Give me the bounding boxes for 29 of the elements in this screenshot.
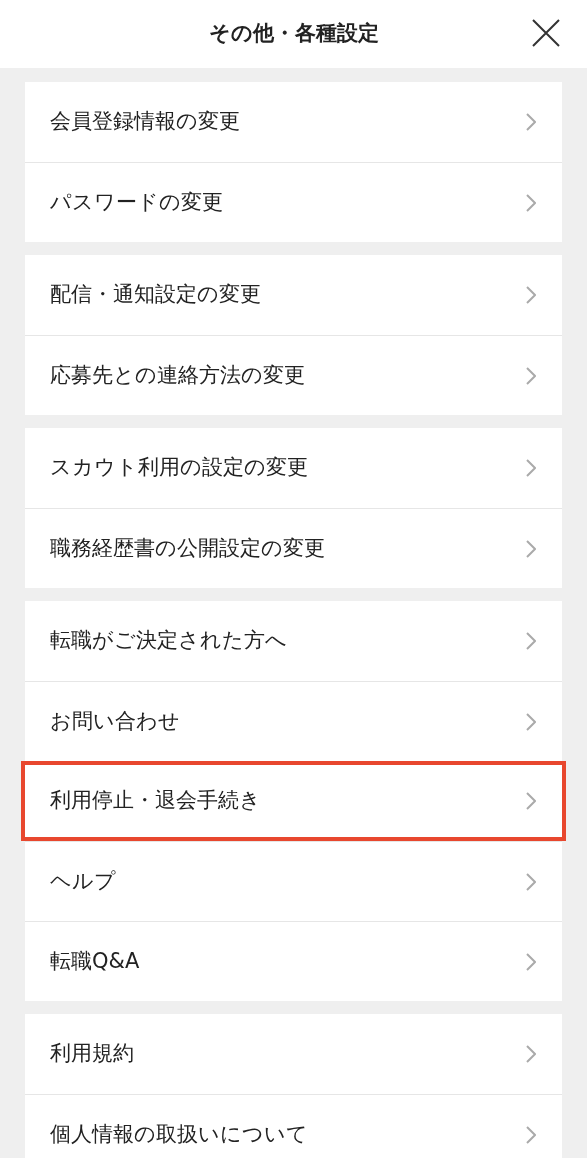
menu-item[interactable]: 応募先との連絡方法の変更 xyxy=(25,335,562,415)
menu-item[interactable]: 職務経歴書の公開設定の変更 xyxy=(25,508,562,588)
menu-item[interactable]: ヘルプ xyxy=(25,841,562,921)
chevron-right-icon xyxy=(526,193,536,212)
close-button[interactable] xyxy=(531,18,561,48)
chevron-right-icon xyxy=(526,952,536,971)
chevron-right-icon xyxy=(526,712,536,731)
chevron-right-icon xyxy=(526,1125,536,1144)
screen-title: その他・各種設定 xyxy=(208,20,379,48)
menu-item[interactable]: 会員登録情報の変更 xyxy=(25,82,562,162)
menu-item[interactable]: 利用規約 xyxy=(25,1014,562,1094)
chevron-right-icon xyxy=(526,113,536,131)
chevron-right-icon xyxy=(526,366,536,385)
menu-item[interactable]: 個人情報の取扱いについて xyxy=(25,1094,562,1158)
close-icon xyxy=(531,18,561,48)
chevron-right-icon xyxy=(526,872,536,891)
chevron-right-icon xyxy=(526,539,536,558)
menu-item[interactable]: スカウト利用の設定の変更 xyxy=(25,428,562,508)
chevron-right-icon xyxy=(526,632,536,650)
chevron-right-icon xyxy=(526,1045,536,1063)
menu-item[interactable]: パスワードの変更 xyxy=(25,162,562,242)
chevron-right-icon xyxy=(526,459,536,477)
menu-item[interactable]: 転職がご決定された方へ xyxy=(25,601,562,681)
chevron-right-icon xyxy=(526,286,536,304)
menu-item[interactable]: 利用停止・退会手続き xyxy=(21,761,566,841)
menu-item[interactable]: 配信・通知設定の変更 xyxy=(25,255,562,335)
menu-item[interactable]: 転職Q&A xyxy=(25,921,562,1001)
menu-item[interactable]: お問い合わせ xyxy=(25,681,562,761)
chevron-right-icon xyxy=(526,792,536,810)
